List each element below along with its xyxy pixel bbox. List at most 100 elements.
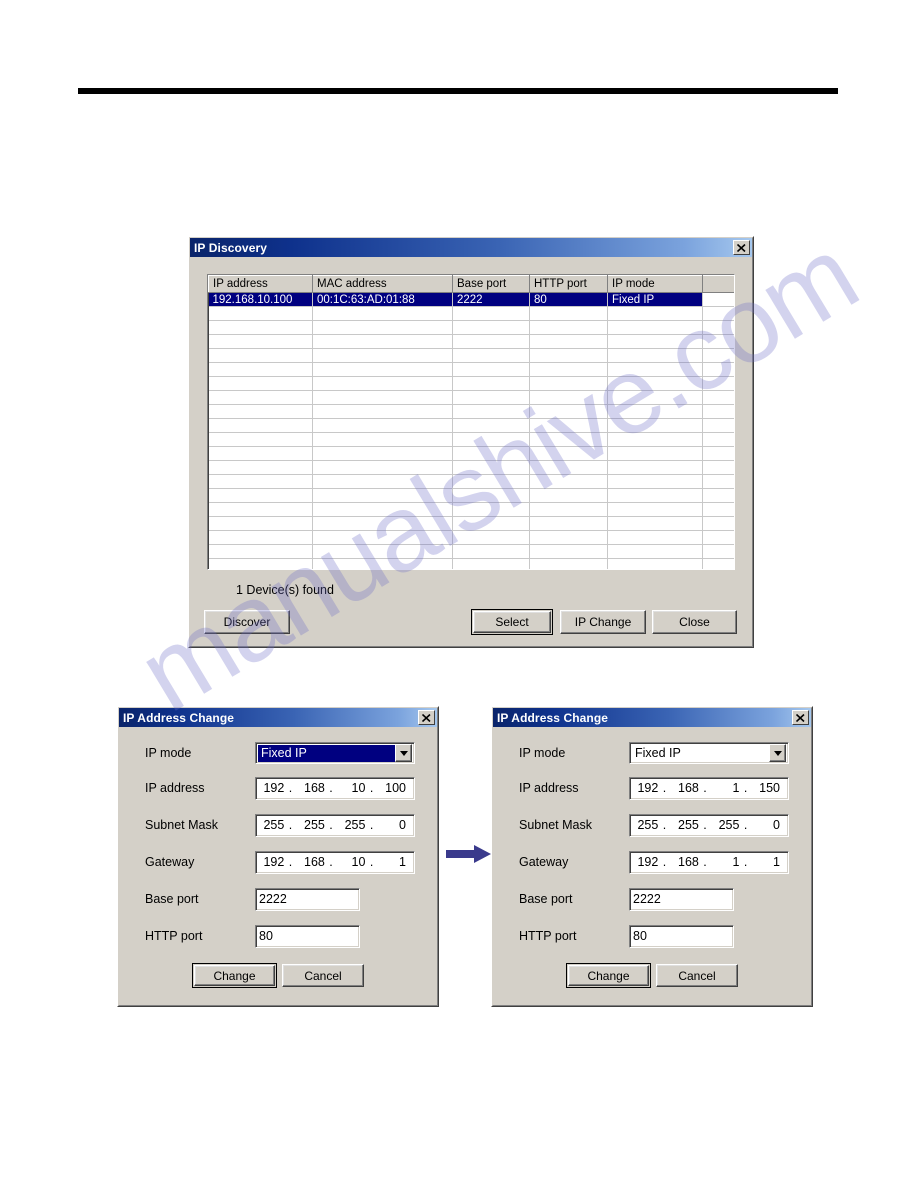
cell-empty [702,376,734,391]
table-row-empty[interactable] [208,334,734,349]
cell-base-port: 2222 [452,292,530,307]
cell-empty [529,362,608,377]
table-row-empty[interactable] [208,362,734,377]
device-table: IP address MAC address Base port HTTP po… [208,275,734,569]
close-button-label: Close [679,615,710,629]
subnet-mask-input[interactable]: 255 . 255 . 255 . 0 [255,813,415,837]
ip-address-dot-2: . [703,781,707,795]
table-row-empty[interactable] [208,320,734,335]
ip-address-dot-2: . [329,781,333,795]
cell-ip-mode: Fixed IP [607,292,703,307]
column-header-base-port[interactable]: Base port [452,275,530,293]
cell-empty [312,460,453,475]
cell-empty [312,418,453,433]
cell-empty [208,488,313,503]
column-header-mac-address[interactable]: MAC address [312,275,453,293]
subnet-mask-input[interactable]: 255 . 255 . 255 . 0 [629,813,789,837]
cancel-button[interactable]: Cancel [656,964,738,987]
ip-change-button[interactable]: IP Change [560,610,646,634]
select-button-label: Select [495,615,529,629]
table-row-empty[interactable] [208,432,734,447]
gateway-input[interactable]: 192 . 168 . 1 . 1 [629,850,789,874]
table-row-empty[interactable] [208,306,734,321]
row-base-port: Base port 2222 [145,887,415,911]
row-base-port: Base port 2222 [519,887,789,911]
subnet-mask-dot-1: . [662,818,667,832]
cell-empty [607,460,703,475]
table-row-empty[interactable] [208,558,734,569]
row-http-port: HTTP port 80 [145,924,415,948]
cell-empty [208,530,313,545]
change-button[interactable]: Change [192,963,277,988]
change-button[interactable]: Change [566,963,651,988]
base-port-input[interactable]: 2222 [629,887,734,911]
ip-address-input[interactable]: 192 . 168 . 10 . 100 [255,776,415,800]
cell-empty [702,320,734,335]
ip-mode-select-value: Fixed IP [635,745,681,760]
http-port-input[interactable]: 80 [629,924,734,948]
close-icon[interactable] [418,710,435,725]
discover-button-label: Discover [223,615,271,629]
cell-empty [702,390,734,405]
column-header-http-port[interactable]: HTTP port [529,275,608,293]
row-gateway: Gateway 192 . 168 . 1 . 1 [519,850,789,874]
device-list-grid[interactable]: IP address MAC address Base port HTTP po… [207,274,735,570]
cell-empty [312,320,453,335]
close-button[interactable]: Close [652,610,737,634]
table-row-empty[interactable] [208,474,734,489]
subnet-mask-octet-2: 255 [678,818,699,832]
table-row-empty[interactable] [208,530,734,545]
table-row-empty[interactable] [208,376,734,391]
ip-mode-select[interactable]: Fixed IP [255,742,415,764]
table-row-empty[interactable] [208,544,734,559]
cell-empty [312,544,453,559]
ip-mode-select[interactable]: Fixed IP [629,742,789,764]
chevron-down-icon[interactable] [769,744,786,762]
cancel-button-label: Cancel [304,968,342,983]
http-port-input[interactable]: 80 [255,924,360,948]
table-row-empty[interactable] [208,446,734,461]
table-row[interactable]: 192.168.10.100 00:1C:63:AD:01:88 2222 80 Fix… [208,292,734,307]
cell-empty [312,362,453,377]
cell-empty [607,530,703,545]
subnet-mask-dot-3: . [369,818,374,832]
http-port-value: 80 [259,929,273,943]
ip-address-change-after-titlebar[interactable]: IP Address Change [493,708,811,727]
row-http-port: HTTP port 80 [519,924,789,948]
column-header-ip-mode[interactable]: IP mode [607,275,703,293]
gateway-input[interactable]: 192 . 168 . 10 . 1 [255,850,415,874]
table-row-empty[interactable] [208,502,734,517]
cancel-button[interactable]: Cancel [282,964,364,987]
table-row-empty[interactable] [208,460,734,475]
base-port-input[interactable]: 2222 [255,887,360,911]
cell-empty [607,558,703,569]
cell-empty [529,418,608,433]
ip-address-change-dialog-after: IP Address Change IP mode Fixed IP IP ad… [491,706,813,1007]
cell-empty [529,446,608,461]
close-icon[interactable] [792,710,809,725]
column-header-filler [702,275,734,293]
cell-http-port: 80 [529,292,608,307]
cell-empty [312,390,453,405]
table-row-empty[interactable] [208,516,734,531]
table-row-empty[interactable] [208,404,734,419]
table-row-empty[interactable] [208,418,734,433]
ip-address-change-before-titlebar[interactable]: IP Address Change [119,708,437,727]
cell-empty [312,530,453,545]
ip-discovery-titlebar[interactable]: IP Discovery [190,238,752,257]
ip-address-input[interactable]: 192 . 168 . 1 . 150 [629,776,789,800]
change-button-label: Change [213,968,256,983]
table-row-empty[interactable] [208,488,734,503]
table-row-empty[interactable] [208,348,734,363]
discover-button[interactable]: Discover [204,610,290,634]
chevron-down-icon[interactable] [395,744,412,762]
subnet-mask-dot-1: . [288,818,293,832]
cell-empty [208,390,313,405]
ip-address-octet-1: 192 [263,781,285,795]
row-ip-address: IP address 192 . 168 . 10 . 100 [145,776,415,800]
cell-empty [702,474,734,489]
close-icon[interactable] [733,240,750,255]
column-header-ip-address[interactable]: IP address [208,275,313,293]
table-row-empty[interactable] [208,390,734,405]
select-button[interactable]: Select [471,609,553,635]
